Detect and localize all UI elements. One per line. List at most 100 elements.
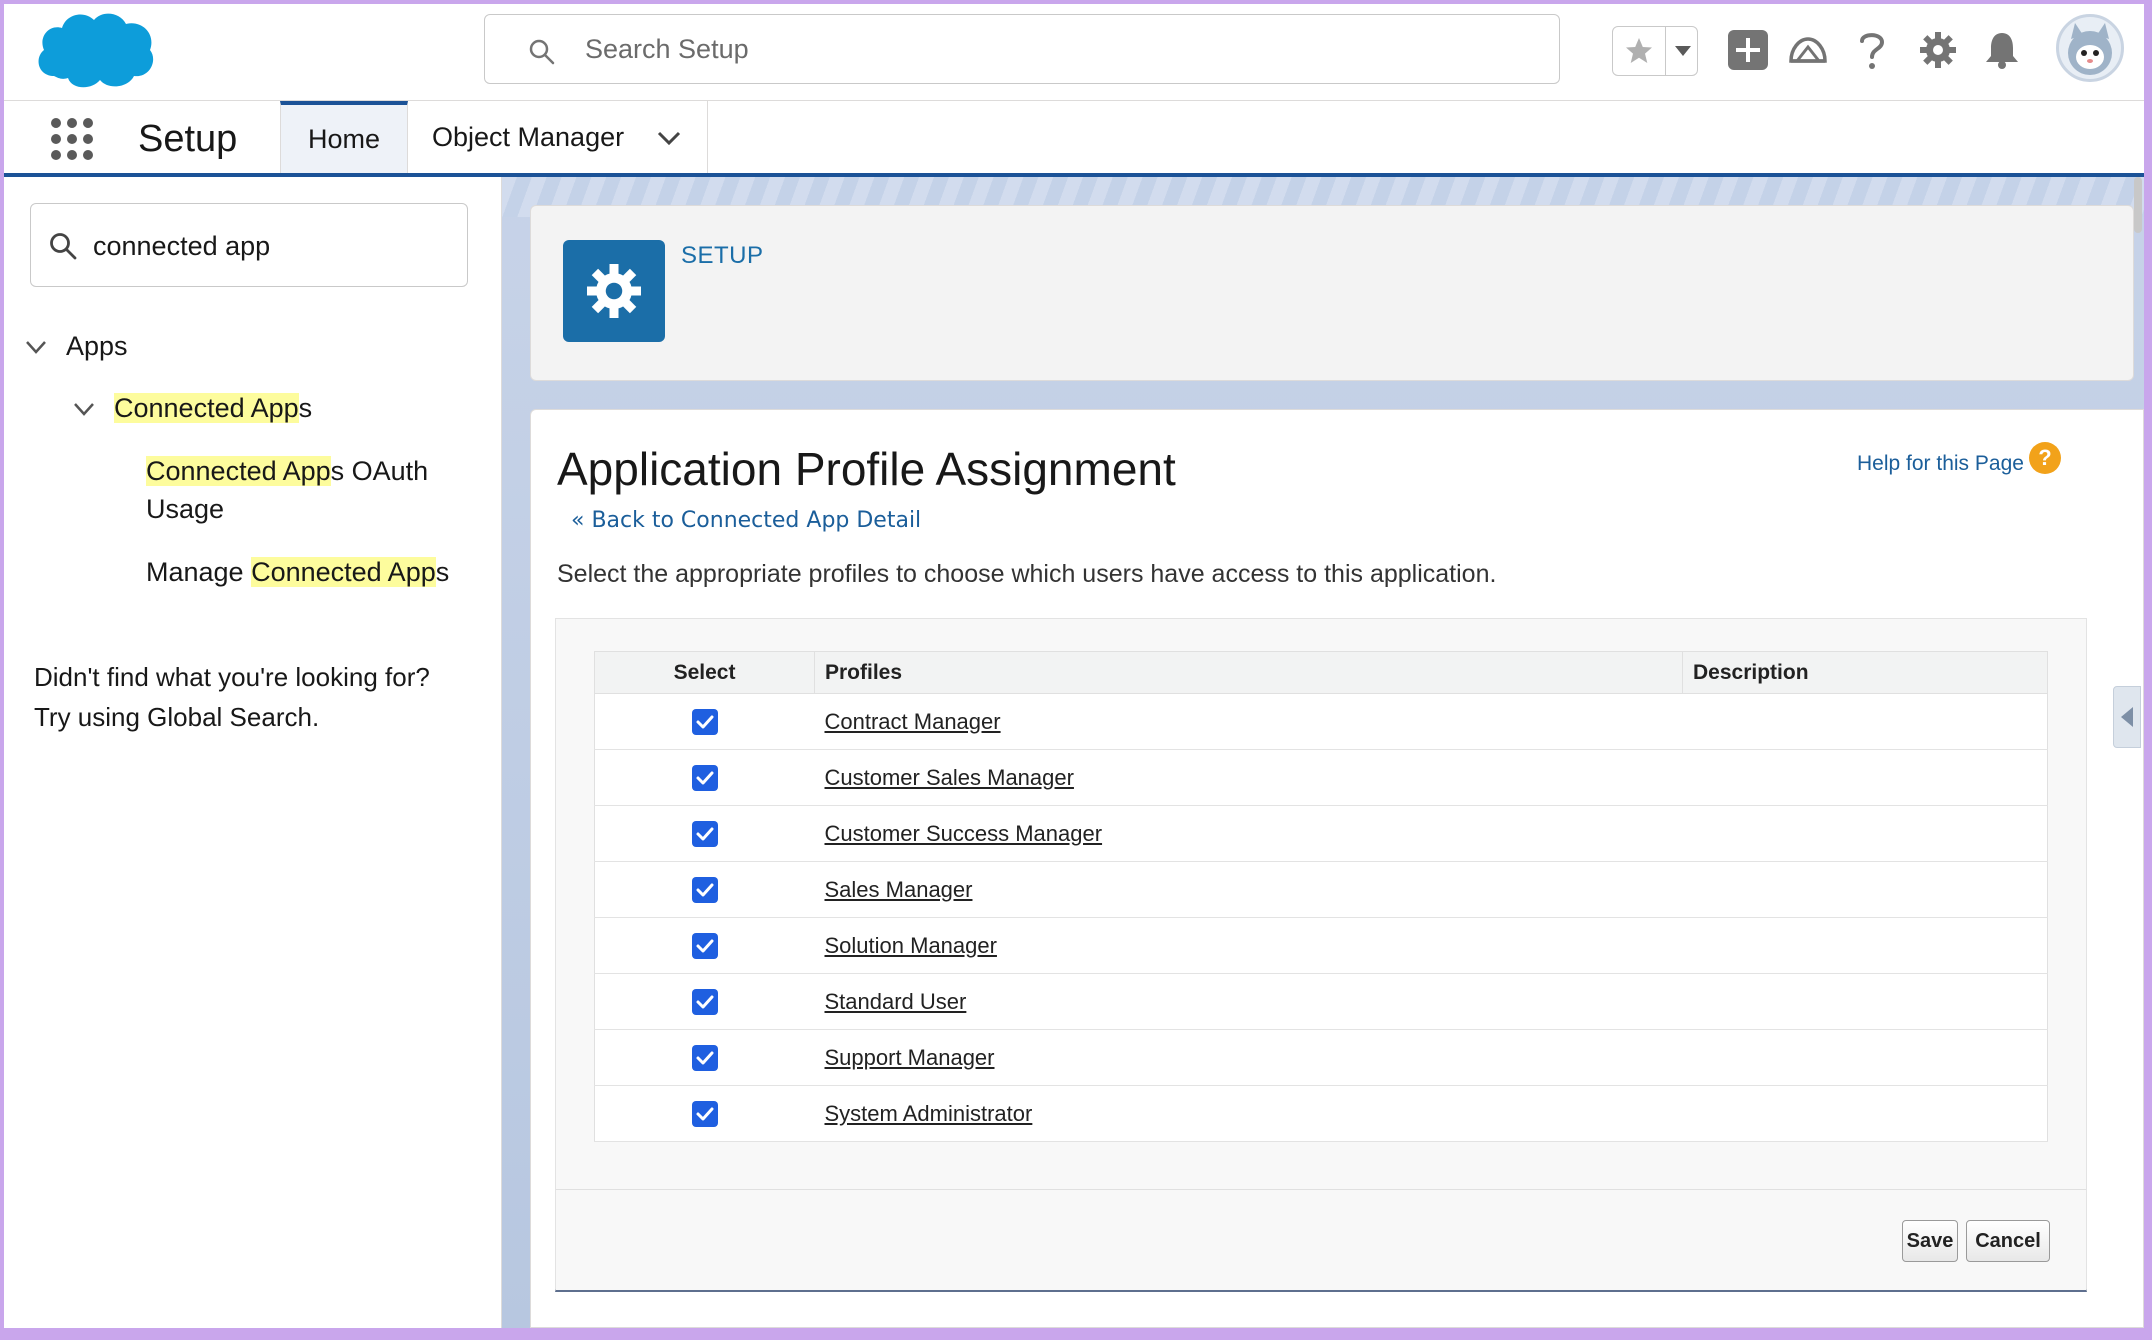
select-cell [594,973,815,1030]
tree-item-connected-apps-oauth-usage[interactable]: Connected Apps OAuth Usage [146,452,476,528]
profile-cell: Standard User [814,973,1683,1030]
tree-item-manage-connected-apps[interactable]: Manage Connected Apps [146,553,449,591]
salesforce-logo[interactable] [32,6,158,94]
select-cell [594,1029,815,1086]
app-name: Setup [138,118,238,160]
profile-checkbox[interactable] [691,933,718,960]
profile-link[interactable]: Customer Success Manager [825,821,1103,846]
question-icon [1860,33,1885,69]
profile-link[interactable]: Customer Sales Manager [825,765,1074,790]
help-icon[interactable]: ? [2029,442,2061,474]
chevron-down-icon[interactable] [22,333,50,361]
user-avatar[interactable] [2056,14,2124,82]
column-header-description: Description [1682,651,2048,694]
tree-item-suffix: s [298,393,313,423]
profile-checkbox[interactable] [691,989,718,1016]
tab-object-manager[interactable]: Object Manager [408,101,708,173]
quick-find-input[interactable] [93,222,453,270]
help-button[interactable] [1848,26,1896,74]
gear-icon [1920,32,1956,68]
checkmark-icon [696,939,714,953]
tree-item-apps[interactable]: Apps [66,327,128,365]
trailhead-icon [1789,37,1827,63]
table-row: Standard User [594,973,2048,1030]
waffle-icon[interactable] [48,115,96,163]
profile-checkbox[interactable] [691,877,718,904]
profile-link[interactable]: System Administrator [825,1101,1033,1126]
tab-home-label: Home [307,123,381,154]
column-header-profiles: Profiles [814,651,1683,694]
description-cell [1682,861,2048,918]
checkmark-icon [696,1107,714,1121]
profile-link[interactable]: Solution Manager [825,933,997,958]
favorites-dropdown-button[interactable] [1665,27,1697,75]
search-icon [529,39,555,65]
profile-checkbox[interactable] [691,1045,718,1072]
profile-link[interactable]: Sales Manager [825,877,973,902]
notifications-button[interactable] [1978,26,2026,74]
scrollbar-thumb[interactable] [2134,177,2142,233]
description-cell [1682,749,2048,806]
column-header-select: Select [594,651,815,694]
setup-tile [563,240,665,342]
chevron-left-icon [2121,707,2133,727]
no-result-line-1: Didn't find what you're looking for? [34,662,430,692]
profile-checkbox[interactable] [691,1101,718,1128]
bell-icon [1986,33,2018,69]
star-icon [1626,38,1652,63]
checkmark-icon [696,715,714,729]
select-cell [594,1085,815,1142]
sidebar-collapse-toggle[interactable] [2113,686,2141,748]
setup-sidebar: Apps Connected Apps Connected Apps OAuth… [4,177,502,1328]
profile-cell: Solution Manager [814,917,1683,974]
table-row: System Administrator [594,1085,2048,1142]
profile-link[interactable]: Standard User [825,989,967,1014]
tree-item-connected-apps[interactable]: Connected Apps [114,389,312,427]
global-actions-button[interactable] [1724,26,1772,74]
search-icon [50,233,77,260]
no-result-line-2: Try using Global Search. [34,702,320,732]
description-cell [1682,1085,2048,1142]
back-link[interactable]: « Back to Connected App Detail [571,508,921,533]
select-cell [594,917,815,974]
tree-item-prefix: Manage [146,557,252,587]
chevron-down-icon[interactable] [70,395,98,423]
trailhead-button[interactable] [1784,26,1832,74]
cancel-button[interactable]: Cancel [1966,1220,2050,1262]
page-title: Application Profile Assignment [557,443,1176,495]
description-cell [1682,1029,2048,1086]
astro-avatar-icon [2068,23,2112,75]
tree-item-apps-label: Apps [66,331,128,361]
profile-checkbox[interactable] [691,765,718,792]
gear-icon [587,264,641,318]
tree-item-suffix: s OAuth [330,456,429,486]
search-input[interactable] [585,25,1485,73]
table-row: Support Manager [594,1029,2048,1086]
setup-label: SETUP [681,242,764,269]
no-result-message: Didn't find what you're looking for? Try… [34,657,484,737]
chevron-down-icon[interactable] [654,123,684,153]
global-search[interactable] [484,14,1560,84]
favorite-button[interactable] [1613,27,1665,75]
checkmark-icon [696,771,714,785]
profile-checkbox[interactable] [691,709,718,736]
tab-object-manager-label: Object Manager [432,121,625,152]
content-card: Application Profile Assignment Help for … [530,409,2144,1328]
description-cell [1682,917,2048,974]
tab-home[interactable]: Home [280,101,408,173]
quick-find[interactable] [30,203,468,287]
profile-cell: Contract Manager [814,693,1683,750]
save-button[interactable]: Save [1902,1220,1958,1262]
profile-link[interactable]: Contract Manager [825,709,1001,734]
profile-link[interactable]: Support Manager [825,1045,995,1070]
chevron-down-icon [1674,46,1691,56]
setup-gear-button[interactable] [1914,26,1962,74]
button-bar: Save Cancel [556,1189,2086,1290]
profile-cell: Customer Success Manager [814,805,1683,862]
instructions-text: Select the appropriate profiles to choos… [557,560,1497,588]
main-content: SETUP Application Profile Assignment Hel… [502,177,2144,1328]
tree-item-line2: Usage [146,494,225,524]
help-link[interactable]: Help for this Page [1857,452,2024,476]
description-cell [1682,693,2048,750]
profile-checkbox[interactable] [691,821,718,848]
